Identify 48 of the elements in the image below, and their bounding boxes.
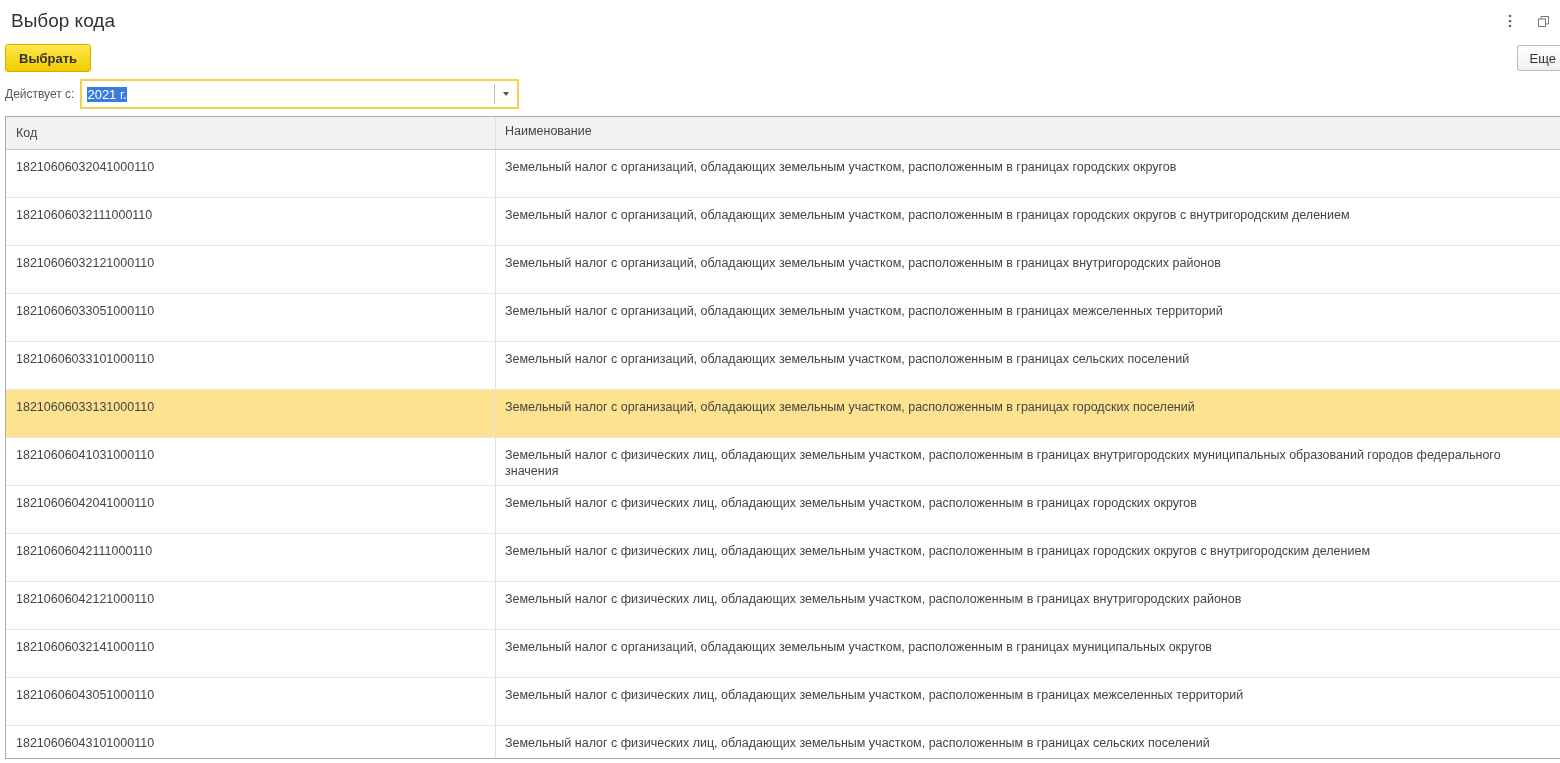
table-cell: 18210606033051000110 bbox=[6, 294, 496, 341]
table-row[interactable]: 18210606042111000110 Земельный налог с физических лиц, обладающих земельным участком, расположенным в границах городских округов с внутригородским делением bbox=[6, 534, 1560, 582]
table-cell-text: Земельный налог с физических лиц, обладающих земельным участком, расположенным в границах сельских поселений bbox=[504, 735, 1211, 752]
table-cell-text: Земельный налог с физических лиц, обладающих земельным участком, расположенным в границах городских округов bbox=[504, 495, 1198, 512]
select-button[interactable]: Выбрать bbox=[5, 44, 92, 72]
table-row[interactable]: 18210606032121000110 Земельный налог с организаций, обладающих земельным участком, расположенным в границах внутригородских районов bbox=[6, 246, 1560, 294]
table-cell-text: Земельный налог с физических лиц, обладающих земельным участком, расположенным в границах внутригородских муниципальных образований городов федерального значения bbox=[504, 447, 1502, 480]
table-row[interactable]: 18210606043051000110 Земельный налог с физических лиц, обладающих земельным участком, расположенным в границах межселенных территорий bbox=[6, 678, 1560, 726]
table-cell-text: Земельный налог с организаций, обладающих земельным участком, расположенным в границах муниципальных округов bbox=[504, 639, 1213, 656]
table-cell: 18210606042041000110 bbox=[6, 486, 496, 533]
column-header[interactable]: Наименование bbox=[496, 123, 1560, 143]
table-row[interactable]: 18210606032111000110 Земельный налог с организаций, обладающих земельным участком, расположенным в границах городских округов с внутригородским делением bbox=[6, 198, 1560, 246]
table-cell: 18210606032111000110 bbox=[6, 198, 496, 245]
table-cell: 18210606032041000110 bbox=[6, 150, 496, 197]
table-cell: 18210606043051000110 bbox=[6, 678, 496, 725]
table-row[interactable]: 18210606042041000110 Земельный налог с физических лиц, обладающих земельным участком, расположенным в границах городских округов bbox=[6, 486, 1560, 534]
table-cell-text: Земельный налог с физических лиц, обладающих земельным участком, расположенным в границах внутригородских районов bbox=[504, 591, 1243, 608]
table-cell: 18210606043101000110 bbox=[6, 726, 496, 758]
dropdown-caret-icon[interactable] bbox=[503, 92, 510, 96]
window-title: Выбор кода bbox=[11, 10, 115, 32]
table-cell: 18210606042121000110 bbox=[6, 582, 496, 629]
table-row[interactable]: 18210606032041000110 Земельный налог с организаций, обладающих земельным участком, расположенным в границах городских округов bbox=[6, 150, 1560, 198]
table-cell-text: Земельный налог с физических лиц, обладающих земельным участком, расположенным в границах городских округов с внутригородским делением bbox=[504, 543, 1371, 560]
table-cell: 18210606042111000110 bbox=[6, 534, 496, 581]
table-row[interactable]: 18210606041031000110 Земельный налог с физических лиц, обладающих земельным участком, расположенным в границах внутригородских муниципальных образований городов федерального значения bbox=[6, 438, 1560, 486]
table-row[interactable]: 18210606032141000110 Земельный налог с организаций, обладающих земельным участком, расположенным в границах муниципальных округов bbox=[6, 630, 1560, 678]
table-cell: 18210606032141000110 bbox=[6, 630, 496, 677]
table-cell-text: Земельный налог с физических лиц, обладающих земельным участком, расположенным в границах межселенных территорий bbox=[504, 687, 1245, 704]
table-row[interactable]: 18210606043101000110 Земельный налог с физических лиц, обладающих земельным участком, расположенным в границах сельских поселений bbox=[6, 726, 1560, 758]
table-cell: 18210606032121000110 bbox=[6, 246, 496, 293]
table-cell-text: Земельный налог с организаций, обладающих земельным участком, расположенным в границах внутригородских районов bbox=[504, 255, 1222, 272]
table-row[interactable]: 18210606033131000110 Земельный налог с организаций, обладающих земельным участком, расположенным в границах городских поселений bbox=[6, 390, 1560, 438]
table-cell-text: Земельный налог с организаций, обладающих земельным участком, расположенным в границах межселенных территорий bbox=[504, 303, 1224, 320]
column-header[interactable]: Код bbox=[6, 117, 496, 149]
table-row[interactable]: 18210606033051000110 Земельный налог с организаций, обладающих земельным участком, расположенным в границах межселенных территорий bbox=[6, 294, 1560, 342]
table-cell: 18210606033131000110 bbox=[6, 390, 496, 437]
table-row[interactable]: 18210606042121000110 Земельный налог с физических лиц, обладающих земельным участком, расположенным в границах внутригородских районов bbox=[6, 582, 1560, 630]
table-cell-text: Земельный налог с организаций, обладающих земельным участком, расположенным в границах городских округов с внутригородским делением bbox=[504, 207, 1351, 224]
field-label: Действует с: bbox=[5, 87, 75, 101]
table-cell-text: Земельный налог с организаций, обладающих земельным участком, расположенным в границах городских поселений bbox=[504, 399, 1196, 416]
restore-window-icon[interactable] bbox=[1538, 15, 1549, 27]
table-cell: 18210606033101000110 bbox=[6, 342, 496, 389]
table-cell: 18210606041031000110 bbox=[6, 438, 496, 485]
table-cell-text: Земельный налог с организаций, обладающих земельным участком, расположенным в границах городских округов bbox=[504, 159, 1178, 176]
date-combo-field[interactable]: 2021 г. bbox=[80, 79, 520, 109]
table-cell-text: Земельный налог с организаций, обладающих земельным участком, расположенным в границах сельских поселений bbox=[504, 351, 1191, 368]
more-options-icon[interactable] bbox=[1508, 14, 1512, 28]
more-button[interactable]: Еще bbox=[1516, 45, 1560, 71]
